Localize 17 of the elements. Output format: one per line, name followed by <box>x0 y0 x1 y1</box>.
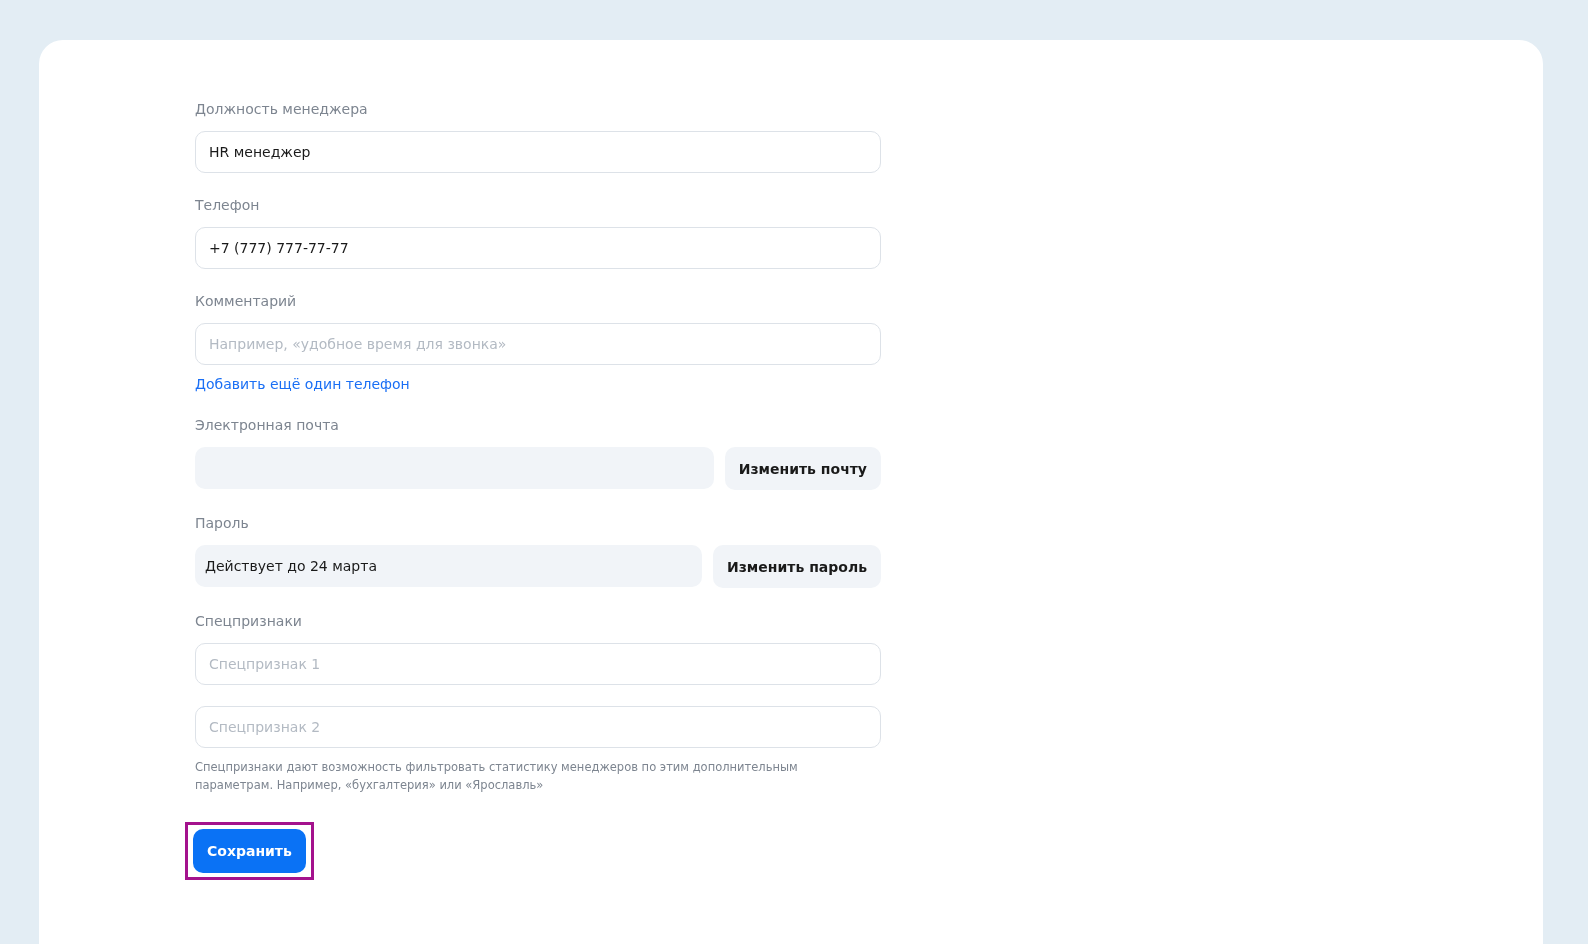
field-label: Пароль <box>195 514 249 532</box>
input-field[interactable]: Например, «удобное время для звонка» <box>195 323 881 365</box>
add-phone-link[interactable]: Добавить ещё один телефон <box>195 375 410 393</box>
hint-text: Спецпризнаки дают возможность фильтровать статистику менеджеров по этим дополнительным параметрам. Например, «бухгалтерия» или «Ярославль» <box>195 759 799 794</box>
field-label: Телефон <box>195 196 260 214</box>
readonly-field: Действует до 24 марта <box>195 545 702 587</box>
field-label: Электронная почта <box>195 416 339 434</box>
field-label: Спецпризнаки <box>195 612 302 630</box>
change-button[interactable]: Изменить пароль <box>713 545 881 588</box>
input-field[interactable]: Спецпризнак 2 <box>195 706 881 748</box>
save-button[interactable]: Сохранить <box>193 829 306 873</box>
field-label: Должность менеджера <box>195 100 368 118</box>
input-field[interactable]: HR менеджер <box>195 131 881 173</box>
field-label: Комментарий <box>195 292 297 310</box>
input-field[interactable]: +7 (777) 777-77-77 <box>195 227 881 269</box>
input-field[interactable]: Спецпризнак 1 <box>195 643 881 685</box>
change-button[interactable]: Изменить почту <box>724 447 881 490</box>
